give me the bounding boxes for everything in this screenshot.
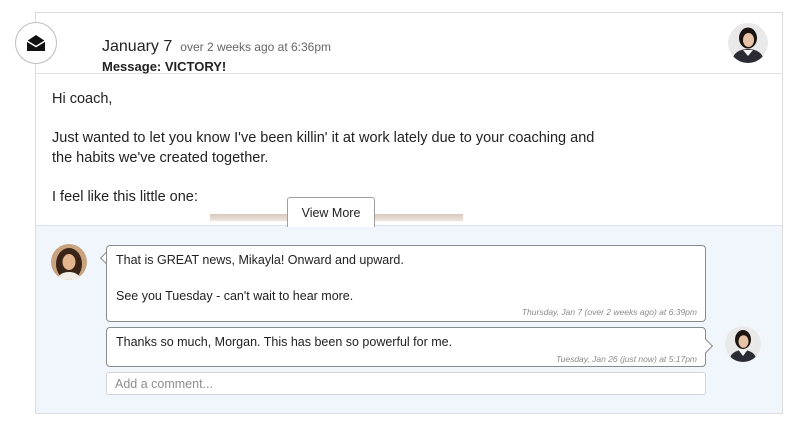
message-greeting: Hi coach,	[52, 91, 113, 107]
envelope-open-icon	[26, 35, 46, 51]
message-subject: Message: VICTORY!	[102, 59, 227, 74]
client-avatar	[51, 244, 87, 280]
message-type-badge	[15, 22, 57, 64]
comment-timestamp: Thursday, Jan 7 (over 2 weeks ago) at 6:…	[521, 307, 697, 317]
comment-timestamp: Tuesday, Jan 26 (just now) at 5:17pm	[556, 354, 697, 364]
comment-bubble: Thanks so much, Morgan. This has been so…	[106, 327, 706, 367]
message-date: January 7 over 2 weeks ago at 6:36pm	[102, 38, 331, 56]
date-label: January 7	[102, 38, 173, 55]
add-comment-input[interactable]	[106, 372, 706, 395]
message-header: January 7 over 2 weeks ago at 6:36pm Mess…	[36, 13, 782, 74]
message-paragraph-2: I feel like this little one:	[52, 189, 198, 205]
comments-section: That is GREAT news, Mikayla! Onward and …	[36, 225, 782, 413]
message-card: January 7 over 2 weeks ago at 6:36pm Mess…	[35, 12, 783, 414]
comment-bubble: That is GREAT news, Mikayla! Onward and …	[106, 245, 706, 322]
message-paragraph-1: Just wanted to let you know I've been ki…	[52, 128, 752, 168]
relative-time: over 2 weeks ago at 6:36pm	[180, 40, 332, 54]
paragraph-line: the habits we've created together.	[52, 150, 269, 166]
coach-avatar-small	[725, 326, 761, 362]
comment-text: See you Tuesday - can't wait to hear mor…	[116, 289, 354, 303]
coach-avatar	[728, 23, 768, 63]
view-more-button[interactable]: View More	[287, 197, 375, 227]
comment-text: That is GREAT news, Mikayla! Onward and …	[116, 253, 404, 267]
paragraph-line: Just wanted to let you know I've been ki…	[52, 130, 595, 146]
message-body: Hi coach, Just wanted to let you know I'…	[52, 89, 752, 226]
comment-text: Thanks so much, Morgan. This has been so…	[116, 335, 453, 349]
